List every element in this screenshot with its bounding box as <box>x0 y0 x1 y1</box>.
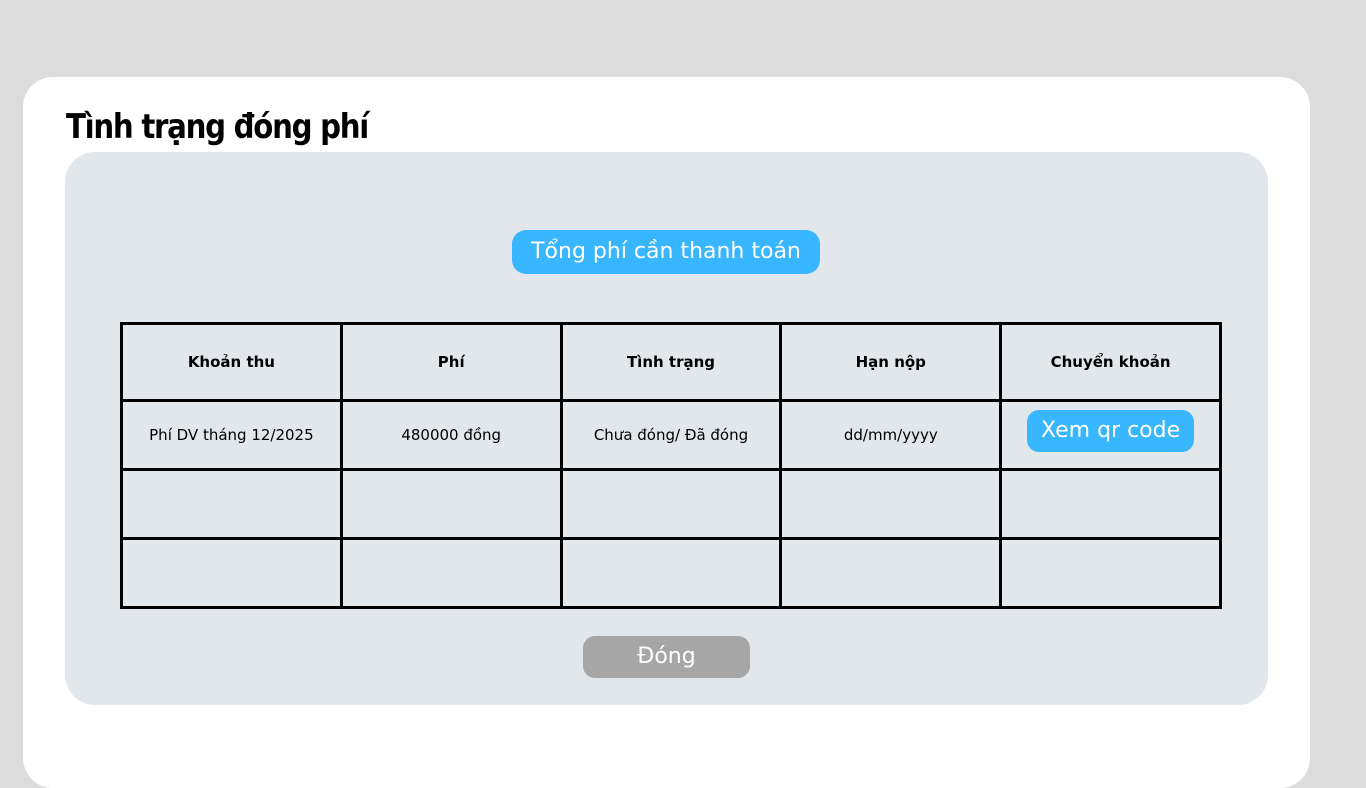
table-row <box>120 537 1222 609</box>
cell-fee <box>339 537 563 609</box>
cell-fee <box>339 468 563 540</box>
cell-deadline: dd/mm/yyyy <box>779 399 1003 471</box>
column-header-fee: Phí <box>339 322 563 402</box>
column-header-status: Tình trạng <box>559 322 783 402</box>
fee-table: Khoản thu Phí Tình trạng Hạn nộp Chuyển … <box>120 322 1222 609</box>
cell-item <box>120 468 343 540</box>
view-qr-code-button[interactable]: Xem qr code <box>1027 410 1195 452</box>
cell-item: Phí DV tháng 12/2025 <box>120 399 343 471</box>
cell-status <box>559 468 783 540</box>
table-row: Phí DV tháng 12/2025 480000 đồng Chưa đó… <box>120 399 1222 471</box>
column-header-transfer: Chuyển khoản <box>999 322 1222 402</box>
cell-status: Chưa đóng/ Đã đóng <box>559 399 783 471</box>
table-header-row: Khoản thu Phí Tình trạng Hạn nộp Chuyển … <box>120 322 1222 402</box>
close-button[interactable]: Đóng <box>583 636 750 678</box>
cell-fee: 480000 đồng <box>339 399 563 471</box>
cell-deadline <box>779 468 1003 540</box>
column-header-item: Khoản thu <box>120 322 343 402</box>
table-row <box>120 468 1222 540</box>
column-header-deadline: Hạn nộp <box>779 322 1003 402</box>
cell-transfer <box>999 537 1222 609</box>
cell-transfer <box>999 468 1222 540</box>
cell-status <box>559 537 783 609</box>
total-fee-button[interactable]: Tổng phí cần thanh toán <box>512 230 820 274</box>
cell-item <box>120 537 343 609</box>
cell-deadline <box>779 537 1003 609</box>
page-title: Tình trạng đóng phí <box>66 107 369 147</box>
cell-transfer: Xem qr code <box>999 399 1222 471</box>
